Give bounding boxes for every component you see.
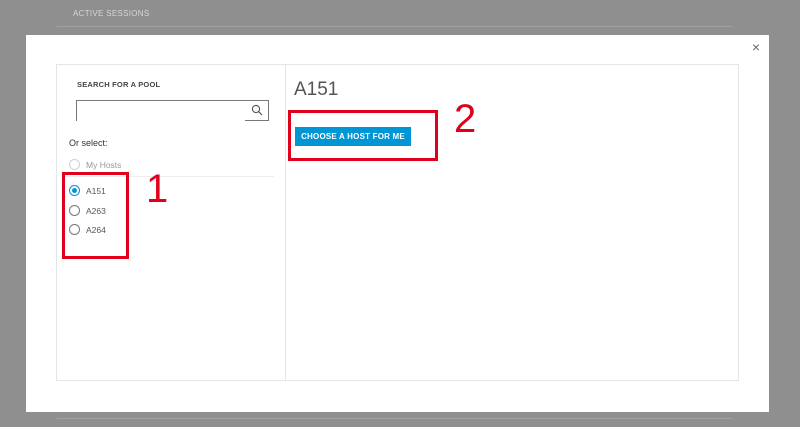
annotation-number-2: 2	[454, 97, 477, 141]
close-icon[interactable]: ×	[752, 40, 760, 54]
active-sessions-label: ACTIVE SESSIONS	[73, 9, 150, 18]
search-input[interactable]	[77, 101, 245, 121]
my-hosts-option[interactable]: My Hosts	[69, 158, 121, 171]
pool-select-modal: × SEARCH FOR A POOL Or select: My Hosts	[26, 35, 769, 412]
annotation-number-1: 1	[146, 167, 169, 211]
my-hosts-label: My Hosts	[86, 159, 122, 170]
my-hosts-radio[interactable]	[69, 159, 80, 170]
search-label: SEARCH FOR A POOL	[77, 80, 161, 89]
or-select-label: Or select:	[69, 138, 108, 148]
search-box[interactable]	[76, 100, 269, 121]
selected-pool-title: A151	[294, 79, 339, 100]
background-divider	[57, 418, 733, 419]
search-icon[interactable]	[251, 104, 263, 116]
annotation-box-1	[62, 172, 129, 259]
annotation-box-2	[288, 110, 438, 161]
background-header: ACTIVE SESSIONS	[57, 0, 733, 27]
